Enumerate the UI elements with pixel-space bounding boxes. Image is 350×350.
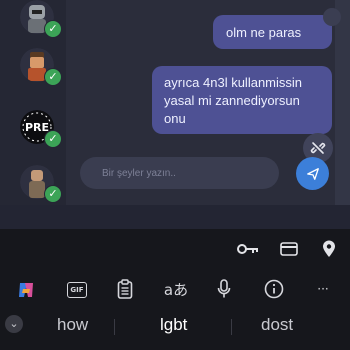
more-icon[interactable]: ··· bbox=[312, 279, 334, 299]
card-icon[interactable] bbox=[278, 239, 300, 259]
avatar[interactable]: ✓ bbox=[20, 48, 62, 86]
translate-icon[interactable]: aあ bbox=[161, 279, 191, 299]
check-icon: ✓ bbox=[44, 185, 62, 203]
gif-button[interactable]: GIF bbox=[66, 281, 88, 299]
microphone-icon[interactable] bbox=[215, 278, 233, 300]
chat-area: ✓ ✓ PRE ✓ ✓ olm ne paras ayrıca 4n3l kul… bbox=[0, 0, 350, 229]
check-icon: ✓ bbox=[44, 68, 62, 86]
avatar[interactable]: ✓ bbox=[20, 0, 62, 38]
scrollbar[interactable] bbox=[335, 0, 350, 229]
check-icon: ✓ bbox=[44, 20, 62, 38]
keyboard-toolbar: GIF aあ ··· bbox=[0, 273, 350, 305]
translate-label: aあ bbox=[163, 280, 189, 299]
divider bbox=[114, 319, 115, 335]
avatar-rail: ✓ ✓ PRE ✓ ✓ bbox=[0, 0, 66, 205]
chevron-down-icon[interactable]: ⌄ bbox=[5, 315, 23, 333]
suggestion[interactable]: how bbox=[57, 315, 88, 335]
keyboard-quick-actions bbox=[0, 229, 350, 267]
suggestion[interactable]: dost bbox=[261, 315, 293, 335]
message-bubble[interactable]: ayrıca 4n3l kullanmissin yasal mi zanned… bbox=[152, 66, 332, 134]
info-icon[interactable] bbox=[263, 278, 285, 300]
copilot-icon[interactable] bbox=[15, 279, 37, 301]
message-bubble[interactable]: olm ne paras bbox=[213, 15, 332, 49]
avatar[interactable]: ✓ bbox=[20, 165, 62, 203]
avatar[interactable]: PRE ✓ bbox=[20, 110, 62, 148]
message-input[interactable] bbox=[80, 157, 279, 189]
suggestion-bar: ⌄ how lgbt dost bbox=[0, 311, 350, 341]
keyboard: GIF aあ ··· ⌄ how lgbt dost bbox=[0, 229, 350, 350]
key-icon[interactable] bbox=[236, 239, 260, 259]
send-icon bbox=[306, 167, 319, 180]
check-icon: ✓ bbox=[44, 130, 62, 148]
clipboard-icon[interactable] bbox=[115, 278, 135, 300]
send-button[interactable] bbox=[296, 157, 329, 190]
link-off-icon bbox=[310, 142, 326, 154]
suggestion[interactable]: lgbt bbox=[160, 315, 187, 335]
chat-bottom-strip bbox=[0, 205, 350, 229]
location-pin-icon[interactable] bbox=[320, 238, 338, 260]
divider bbox=[231, 319, 232, 335]
scroll-top-button[interactable] bbox=[323, 8, 341, 26]
more-label: ··· bbox=[317, 282, 329, 296]
gif-label: GIF bbox=[67, 282, 87, 298]
